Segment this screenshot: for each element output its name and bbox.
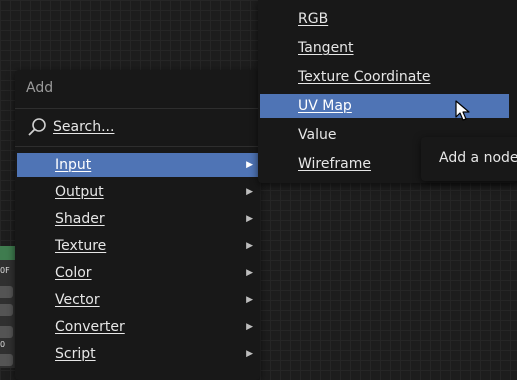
tooltip-text: Add a node xyxy=(439,150,517,166)
menu-item-output[interactable]: Output ▶ xyxy=(17,180,258,204)
submenu-arrow-icon: ▶ xyxy=(246,349,253,359)
menu-item-script[interactable]: Script ▶ xyxy=(17,342,258,366)
submenu-arrow-icon: ▶ xyxy=(246,241,253,251)
node-socket-dropdown[interactable] xyxy=(0,286,13,298)
menu-item-vector[interactable]: Vector ▶ xyxy=(17,288,258,312)
menu-item-texture[interactable]: Texture ▶ xyxy=(17,234,258,258)
menu-item-label: Shader xyxy=(55,211,105,227)
menu-item-color[interactable]: Color ▶ xyxy=(17,261,258,285)
search-icon xyxy=(28,118,46,136)
node-header xyxy=(0,246,16,260)
submenu-item-label: Value xyxy=(298,127,337,143)
submenu-item-tangent[interactable]: Tangent xyxy=(260,36,509,60)
mouse-cursor-icon xyxy=(455,100,470,121)
submenu-arrow-icon: ▶ xyxy=(246,295,253,305)
submenu-item-uv-map[interactable]: UV Map xyxy=(260,94,509,118)
menu-item-converter[interactable]: Converter ▶ xyxy=(17,315,258,339)
menu-item-label: Color xyxy=(55,265,92,281)
menu-title: Add xyxy=(26,80,54,96)
submenu-item-label: UV Map xyxy=(298,98,352,114)
submenu-arrow-icon: ▶ xyxy=(246,214,253,224)
submenu-arrow-icon: ▶ xyxy=(246,322,253,332)
submenu-arrow-icon: ▶ xyxy=(246,160,253,170)
menu-item-label: Output xyxy=(55,184,104,200)
menu-item-label: Script xyxy=(55,346,96,362)
node-field-text: 0 xyxy=(0,340,6,349)
menu-item-shader[interactable]: Shader ▶ xyxy=(17,207,258,231)
search-button[interactable]: Search... xyxy=(27,116,114,138)
background-node: 0F 0 xyxy=(0,246,16,368)
menu-item-label: Input xyxy=(55,157,92,173)
node-socket-dropdown[interactable] xyxy=(0,354,13,366)
add-menu: Add Search... Input ▶ Output ▶ Shader ▶ … xyxy=(15,70,260,380)
divider xyxy=(15,146,260,147)
submenu-item-label: Tangent xyxy=(298,40,354,56)
menu-item-label: Texture xyxy=(55,238,107,254)
node-socket-dropdown[interactable] xyxy=(0,326,13,338)
submenu-arrow-icon: ▶ xyxy=(246,187,253,197)
menu-item-input[interactable]: Input ▶ xyxy=(17,153,258,177)
submenu-item-rgb[interactable]: RGB xyxy=(260,7,509,31)
submenu-item-label: RGB xyxy=(298,11,329,27)
menu-item-label: Converter xyxy=(55,319,125,335)
node-field-text: 0F xyxy=(0,266,10,275)
submenu-item-label: Texture Coordinate xyxy=(298,69,431,85)
divider xyxy=(15,108,260,109)
submenu-item-label: Wireframe xyxy=(298,156,372,172)
menu-item-label: Vector xyxy=(55,292,100,308)
submenu-item-texture-coordinate[interactable]: Texture Coordinate xyxy=(260,65,509,89)
submenu-arrow-icon: ▶ xyxy=(246,268,253,278)
search-label: Search... xyxy=(53,119,115,135)
tooltip: Add a node xyxy=(421,137,517,181)
node-socket-dropdown[interactable] xyxy=(0,304,13,316)
